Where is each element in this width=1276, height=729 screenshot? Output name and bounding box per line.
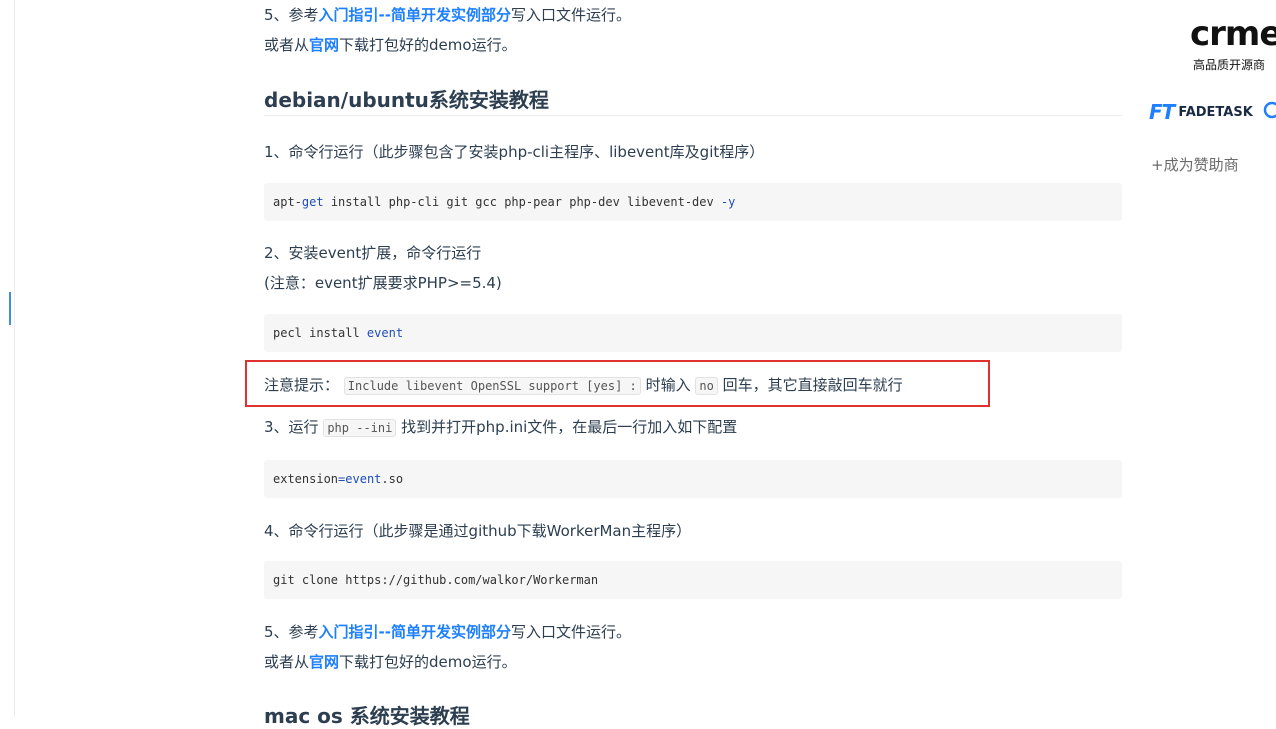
official-site-link-2[interactable]: 官网 <box>309 653 339 671</box>
debian-download: 或者从官网下载打包好的demo运行。 <box>264 653 517 671</box>
debian-step5: 5、参考入门指引--简单开发实例部分写入口文件运行。 <box>264 623 632 641</box>
debian-step4: 4、命令行运行（此步骤是通过github下载WorkerMan主程序） <box>264 522 692 540</box>
heading-divider <box>264 115 1122 116</box>
sponsor-partial-icon[interactable] <box>1262 98 1276 128</box>
crmeb-logo-subtitle: 高品质开源商 <box>1193 58 1266 72</box>
fadetask-name: FADETASK <box>1178 105 1253 120</box>
debian-step2: 2、安装event扩展，命令行运行 <box>264 244 482 262</box>
quickstart-link[interactable]: 入门指引--简单开发实例部分 <box>319 6 511 24</box>
official-site-link[interactable]: 官网 <box>309 36 339 54</box>
sidebar-border <box>14 0 15 717</box>
mac-heading: mac os 系统安装教程 <box>264 704 470 728</box>
debian-heading: debian/ubuntu系统安装教程 <box>264 88 549 112</box>
crmeb-sponsor-logo[interactable]: crme 高品质开源商 <box>1190 10 1276 74</box>
crmeb-logo-text: crme <box>1190 14 1276 54</box>
code-block-apt[interactable]: apt-get install php-cli git gcc php-pear… <box>264 183 1122 221</box>
download-top: 或者从官网下载打包好的demo运行。 <box>264 36 517 54</box>
quickstart-link-2[interactable]: 入门指引--简单开发实例部分 <box>319 623 511 641</box>
php-ini-inline-code: php --ini <box>323 419 397 437</box>
highlight-annotation-box <box>245 360 990 407</box>
step5-top: 5、参考入门指引--简单开发实例部分写入口文件运行。 <box>264 6 632 24</box>
code-block-pecl[interactable]: pecl install event <box>264 314 1122 352</box>
sidebar-active-indicator <box>9 292 11 325</box>
debian-step1: 1、命令行运行（此步骤包含了安装php-cli主程序、libevent库及git… <box>264 143 765 161</box>
code-block-git[interactable]: git clone https://github.com/walkor/Work… <box>264 561 1122 599</box>
code-block-extension[interactable]: extension=event.so <box>264 460 1122 498</box>
become-sponsor-link[interactable]: +成为赞助商 <box>1151 154 1239 175</box>
fadetask-mark-icon: FT <box>1149 100 1175 124</box>
debian-step3: 3、运行 php --ini 找到并打开php.ini文件，在最后一行加入如下配… <box>264 418 738 437</box>
fadetask-sponsor-logo[interactable]: FT FADETASK <box>1149 100 1253 124</box>
debian-step2-note: (注意：event扩展要求PHP>=5.4) <box>264 274 502 292</box>
